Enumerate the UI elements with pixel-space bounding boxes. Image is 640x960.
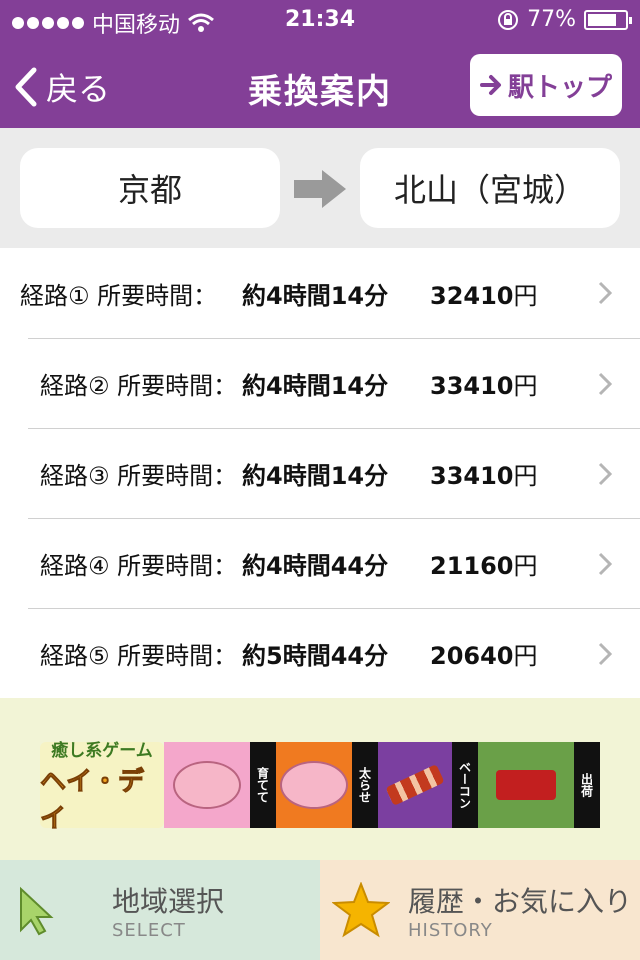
from-station[interactable]: 京都 <box>20 148 280 228</box>
route-price: 21160円 <box>430 546 538 581</box>
star-icon <box>332 882 390 938</box>
chevron-right-icon <box>598 281 612 305</box>
route-price: 33410円 <box>430 366 538 401</box>
chevron-right-icon <box>598 372 612 396</box>
station-pair: 京都 北山（宮城） <box>0 128 640 248</box>
price-currency: 円 <box>513 462 538 490</box>
status-right: 77% <box>497 7 632 32</box>
route-price: 33410円 <box>430 456 538 491</box>
battery-icon <box>584 9 632 30</box>
price-currency: 円 <box>513 552 538 580</box>
ad-panel-truck <box>478 742 574 828</box>
bacon-image <box>385 764 445 806</box>
price-currency: 円 <box>513 372 538 400</box>
route-duration: 約4時間14分 <box>242 372 389 400</box>
route-label: 経路② 所要時間： <box>40 372 238 400</box>
direction-arrow-icon <box>294 170 346 208</box>
pig-image <box>280 761 348 809</box>
route-duration: 約4時間44分 <box>242 552 389 580</box>
price-currency: 円 <box>513 642 538 670</box>
ad-panel-piglet <box>164 742 250 828</box>
to-station[interactable]: 北山（宮城） <box>360 148 620 228</box>
right-arrow-icon <box>479 75 501 95</box>
tab-history-sub: HISTORY <box>408 920 493 941</box>
price-currency: 円 <box>513 281 538 310</box>
route-row-3[interactable]: 経路③ 所要時間： 約4時間14分 33410円 <box>28 428 640 518</box>
chevron-right-icon <box>598 642 612 666</box>
tab-select-label: 地域選択 <box>112 885 225 918</box>
route-row-2[interactable]: 経路② 所要時間： 約4時間14分 33410円 <box>28 338 640 428</box>
ad-panel-pig <box>276 742 352 828</box>
ad-strip: 育てて 太らせ ベーコン 出荷 <box>164 742 600 828</box>
cursor-arrow-icon <box>20 886 54 936</box>
price-value: 21160 <box>430 552 514 580</box>
ad-panel-bacon <box>378 742 452 828</box>
ad-tagline: 癒し系ゲーム <box>51 740 153 761</box>
tab-select-sub: SELECT <box>112 920 186 941</box>
ad-banner[interactable]: 癒し系ゲーム ヘイ・デイ 育てて 太らせ ベーコン 出荷 <box>40 741 600 834</box>
ad-area: 癒し系ゲーム ヘイ・デイ 育てて 太らせ ベーコン 出荷 <box>0 698 640 860</box>
status-bar: 中国移动 21:34 77% <box>0 0 640 40</box>
route-price: 32410円 <box>430 276 538 311</box>
tab-history[interactable]: 履歴・お気に入り HISTORY <box>320 860 640 960</box>
chevron-right-icon <box>598 552 612 576</box>
route-label: 経路④ 所要時間： <box>40 552 238 580</box>
station-top-button[interactable]: 駅トップ <box>470 54 622 116</box>
route-list: 経路① 所要時間： 約4時間14分 32410円 経路② 所要時間： 約4時間1… <box>0 248 640 698</box>
route-row-4[interactable]: 経路④ 所要時間： 約4時間44分 21160円 <box>28 518 640 608</box>
ad-word: 太らせ <box>352 742 378 828</box>
ad-game-name: ヘイ・デイ <box>40 766 145 834</box>
price-value: 33410 <box>430 372 514 400</box>
navigation-bar: 戻る 乗換案内 駅トップ <box>0 40 640 128</box>
route-label: 経路⑤ 所要時間： <box>40 642 238 670</box>
station-top-label: 駅トップ <box>507 72 612 103</box>
route-row-1[interactable]: 経路① 所要時間： 約4時間14分 32410円 <box>0 248 640 338</box>
ad-word: 育てて <box>250 742 276 828</box>
route-label: 経路③ 所要時間： <box>40 462 238 490</box>
tab-select[interactable]: 地域選択 SELECT <box>0 860 320 960</box>
chevron-right-icon <box>598 462 612 486</box>
route-price: 20640円 <box>430 636 538 671</box>
price-value: 20640 <box>430 642 514 670</box>
ad-logo: 癒し系ゲーム ヘイ・デイ <box>40 741 164 834</box>
pig-image <box>173 761 241 809</box>
route-duration: 約4時間14分 <box>242 462 389 490</box>
route-duration: 約4時間14分 <box>242 281 389 310</box>
truck-image <box>496 770 556 800</box>
rotation-lock-icon <box>498 9 519 30</box>
battery-percent: 77% <box>527 7 576 32</box>
ad-word: ベーコン <box>452 742 478 828</box>
route-label: 経路① 所要時間： <box>20 281 218 310</box>
tab-history-label: 履歴・お気に入り <box>408 885 633 918</box>
price-value: 32410 <box>430 281 514 310</box>
route-row-5[interactable]: 経路⑤ 所要時間： 約5時間44分 20640円 <box>28 608 640 698</box>
price-value: 33410 <box>430 462 514 490</box>
ad-word: 出荷 <box>574 742 600 828</box>
route-duration: 約5時間44分 <box>242 642 389 670</box>
